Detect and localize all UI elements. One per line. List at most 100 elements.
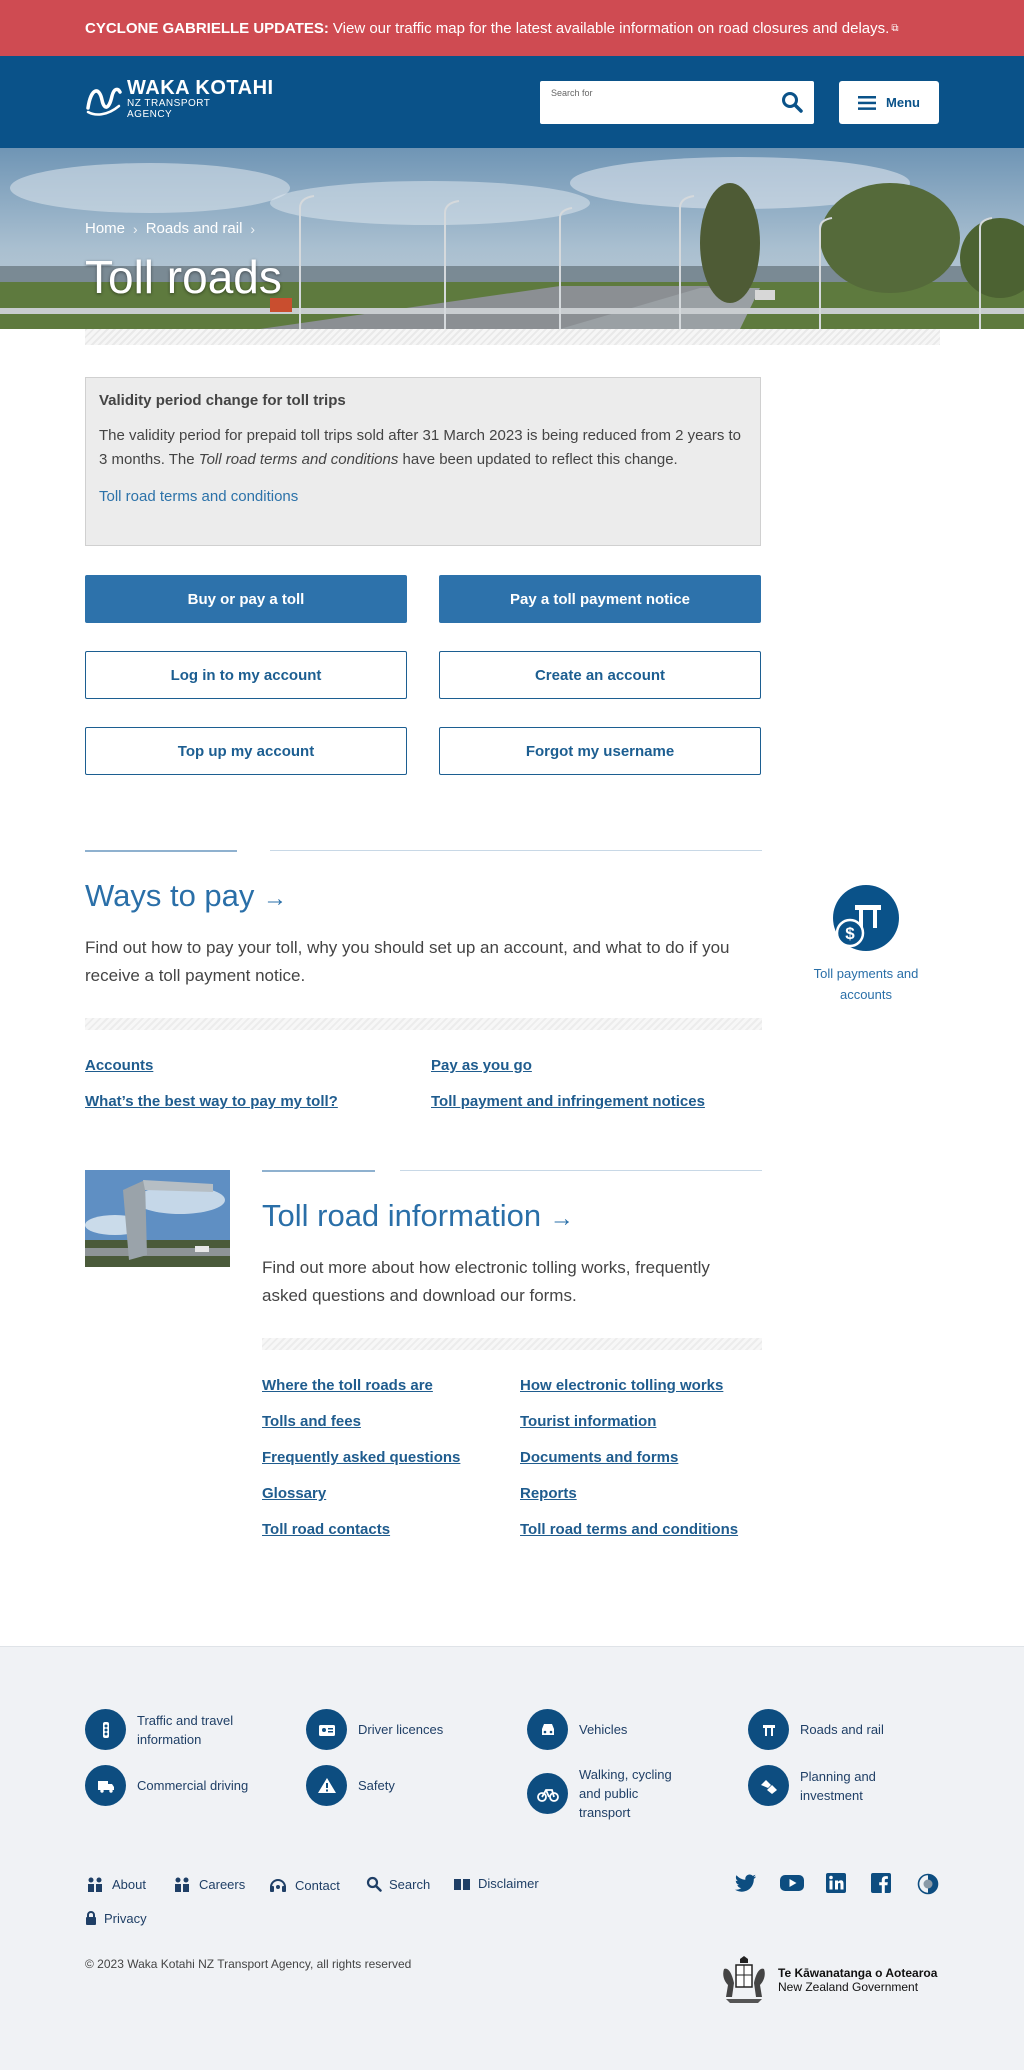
govt-name-maori: Te Kāwanatanga o Aotearoa	[778, 1966, 938, 1980]
handshake-icon	[748, 1765, 789, 1806]
hero-banner: Home › Roads and rail › Toll roads	[0, 148, 1024, 329]
link-reports[interactable]: Reports	[520, 1485, 577, 1502]
footer-driver-licences[interactable]: Driver licences	[306, 1709, 443, 1750]
warning-icon	[306, 1765, 347, 1806]
search-icon	[366, 1876, 382, 1892]
road-icon	[748, 1709, 789, 1750]
car-icon	[527, 1709, 568, 1750]
footer-category-label: Vehicles	[579, 1722, 628, 1737]
footer-category-label: Planning and investment	[800, 1768, 876, 1803]
govt-name-english: New Zealand Government	[778, 1980, 919, 1994]
link-tourist-information[interactable]: Tourist information	[520, 1413, 656, 1430]
footer-link-label: About	[112, 1876, 146, 1892]
top-up-account-button[interactable]: Top up my account	[85, 727, 407, 775]
footer-category-label: Commercial driving	[137, 1778, 249, 1793]
footer-link-label: Disclaimer	[478, 1876, 539, 1891]
toll-payments-feature[interactable]: $ Toll payments and accounts	[806, 885, 926, 1005]
footer-link-contact[interactable]: Contact	[268, 1876, 340, 1894]
hamburger-icon	[858, 95, 877, 110]
log-in-button[interactable]: Log in to my account	[85, 651, 407, 699]
hatch-divider	[262, 1338, 762, 1350]
alert-heading: CYCLONE GABRIELLE UPDATES:	[85, 19, 329, 37]
footer-planning-investment[interactable]: Planning and investment	[748, 1765, 900, 1806]
book-icon	[454, 1878, 470, 1890]
notice-heading: Validity period change for toll trips	[99, 392, 346, 409]
link-accounts[interactable]: Accounts	[85, 1057, 153, 1074]
link-payment-infringement-notices[interactable]: Toll payment and infringement notices	[431, 1093, 705, 1110]
buy-or-pay-toll-button[interactable]: Buy or pay a toll	[85, 575, 407, 623]
link-pay-as-you-go[interactable]: Pay as you go	[431, 1057, 532, 1074]
contrast-toggle-icon[interactable]	[917, 1873, 939, 1895]
notice-terms-link[interactable]: Toll road terms and conditions	[99, 488, 747, 505]
breadcrumb-roads-and-rail[interactable]: Roads and rail	[146, 220, 243, 237]
svg-text:$: $	[845, 924, 855, 943]
headset-icon	[270, 1879, 286, 1892]
alert-link[interactable]: View our traffic map for the latest avai…	[333, 20, 889, 37]
link-faq[interactable]: Frequently asked questions	[262, 1449, 460, 1466]
breadcrumb-home[interactable]: Home	[85, 220, 125, 237]
footer-link-about[interactable]: About	[85, 1876, 146, 1892]
link-glossary[interactable]: Glossary	[262, 1485, 326, 1502]
facebook-icon[interactable]	[871, 1873, 891, 1893]
people-icon	[88, 1877, 102, 1892]
footer-category-label: Safety	[358, 1778, 395, 1793]
link-best-way-to-pay[interactable]: What’s the best way to pay my toll?	[85, 1093, 338, 1110]
section-rule	[270, 850, 762, 851]
link-documents-forms[interactable]: Documents and forms	[520, 1449, 678, 1466]
footer-link-search[interactable]: Search	[366, 1876, 430, 1892]
footer-link-label: Privacy	[104, 1910, 147, 1926]
external-link-icon: ⧉	[891, 22, 899, 34]
footer-traffic-travel[interactable]: Traffic and travel information	[85, 1709, 257, 1750]
logo-title: WAKA KOTAHI	[127, 77, 274, 99]
arrow-right-icon: →	[263, 885, 288, 912]
footer-roads-and-rail[interactable]: Roads and rail	[748, 1709, 884, 1750]
section-rule-accent	[262, 1170, 375, 1172]
toll-payments-label: Toll payments and accounts	[813, 966, 919, 1002]
youtube-icon[interactable]	[780, 1873, 804, 1893]
notice-box: Validity period change for toll trips Th…	[85, 377, 761, 546]
search-icon[interactable]	[781, 91, 803, 113]
lock-icon	[86, 1911, 96, 1925]
pay-toll-payment-notice-button[interactable]: Pay a toll payment notice	[439, 575, 761, 623]
site-logo[interactable]: WAKA KOTAHI NZ TRANSPORT AGENCY	[85, 78, 274, 120]
breadcrumb-separator-icon: ›	[133, 220, 138, 237]
forgot-username-button[interactable]: Forgot my username	[439, 727, 761, 775]
footer-vehicles[interactable]: Vehicles	[527, 1709, 627, 1750]
link-electronic-tolling[interactable]: How electronic tolling works	[520, 1377, 723, 1394]
logo-subtitle: NZ TRANSPORT	[127, 98, 211, 109]
page-title: Toll roads	[85, 251, 282, 303]
link-toll-road-contacts[interactable]: Toll road contacts	[262, 1521, 390, 1538]
link-tolls-and-fees[interactable]: Tolls and fees	[262, 1413, 361, 1430]
link-terms-and-conditions[interactable]: Toll road terms and conditions	[520, 1521, 738, 1538]
footer-link-privacy[interactable]: Privacy	[85, 1910, 147, 1926]
footer-walking-cycling[interactable]: Walking, cycling and public transport	[527, 1765, 679, 1822]
menu-button[interactable]: Menu	[839, 81, 939, 124]
create-account-button[interactable]: Create an account	[439, 651, 761, 699]
notice-body-emphasis: Toll road terms and conditions	[198, 451, 399, 468]
section-rule-accent	[85, 850, 237, 852]
search-input[interactable]: Search for	[540, 81, 814, 124]
twitter-icon[interactable]	[735, 1873, 757, 1893]
ways-to-pay-title: Ways to pay	[85, 878, 255, 913]
toll-gantry-image	[85, 1170, 230, 1267]
nz-government-logo[interactable]: Te Kāwanatanga o Aotearoa New Zealand Go…	[718, 1955, 937, 2005]
search-placeholder: Search for	[551, 88, 593, 98]
breadcrumb: Home › Roads and rail ›	[85, 220, 255, 237]
nz-coat-of-arms-icon	[723, 1956, 765, 2003]
ways-to-pay-heading[interactable]: Ways to pay →	[85, 878, 287, 914]
footer-link-careers[interactable]: Careers	[172, 1876, 245, 1892]
footer-commercial-driving[interactable]: Commercial driving	[85, 1765, 248, 1806]
site-header: WAKA KOTAHI NZ TRANSPORT AGENCY Search f…	[0, 56, 1024, 148]
toll-road-information-heading[interactable]: Toll road information →	[262, 1198, 574, 1234]
footer-safety[interactable]: Safety	[306, 1765, 395, 1806]
bicycle-icon	[527, 1773, 568, 1814]
alert-banner[interactable]: CYCLONE GABRIELLE UPDATES: View our traf…	[0, 0, 1024, 56]
link-where-toll-roads-are[interactable]: Where the toll roads are	[262, 1377, 433, 1394]
logo-subtitle-2: AGENCY	[127, 109, 173, 120]
footer-category-label: Walking, cycling and public transport	[579, 1767, 672, 1820]
footer-link-disclaimer[interactable]: Disclaimer	[453, 1876, 539, 1891]
traffic-light-icon	[85, 1709, 126, 1750]
footer-category-label: Traffic and travel information	[137, 1712, 234, 1747]
toll-road-information-description: Find out more about how electronic tolli…	[262, 1258, 710, 1305]
linkedin-icon[interactable]	[826, 1873, 846, 1893]
